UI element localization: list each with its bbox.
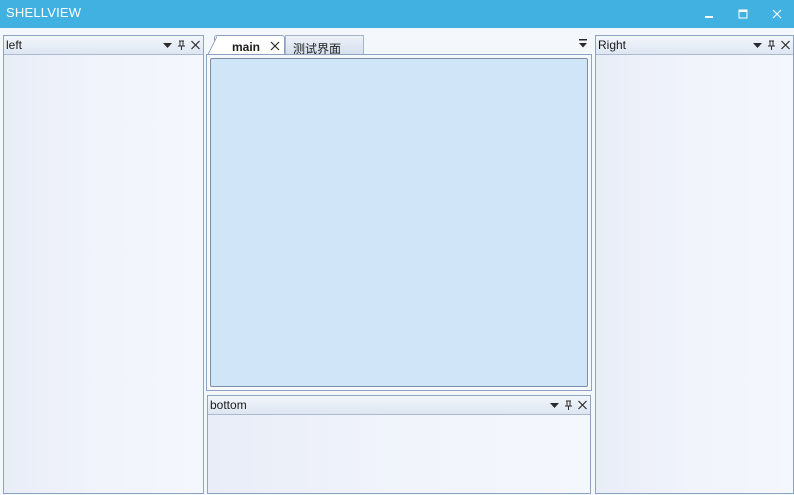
close-icon: [772, 9, 782, 19]
window-close-button[interactable]: [760, 0, 794, 28]
pin-icon: [178, 40, 185, 50]
right-panel-title: Right: [598, 38, 627, 52]
close-icon: [781, 40, 790, 50]
left-panel: left: [3, 35, 204, 494]
bottom-panel-menu-button[interactable]: [549, 398, 560, 412]
bottom-panel: bottom: [207, 395, 591, 494]
bottom-panel-buttons: [549, 398, 588, 412]
document-frame: [206, 54, 592, 391]
left-panel-header: left: [4, 36, 203, 55]
document-tab-strip: main 测试界面: [206, 33, 592, 56]
right-panel-buttons: [752, 38, 791, 52]
document-content-area[interactable]: [210, 58, 588, 387]
tab-list-dropdown-icon[interactable]: [578, 39, 588, 49]
right-panel-menu-button[interactable]: [752, 38, 763, 52]
right-panel: Right: [595, 35, 794, 494]
pin-icon: [565, 400, 572, 410]
left-panel-menu-button[interactable]: [162, 38, 173, 52]
maximize-icon: [738, 9, 748, 19]
document-well: main 测试界面: [206, 33, 592, 391]
dropdown-icon: [753, 43, 762, 48]
minimize-button[interactable]: [692, 0, 726, 28]
bottom-panel-header: bottom: [208, 396, 590, 415]
minimize-icon: [705, 16, 713, 18]
left-panel-buttons: [162, 38, 201, 52]
left-panel-pin-button[interactable]: [176, 38, 187, 52]
left-panel-title: left: [6, 38, 23, 52]
right-panel-header: Right: [596, 36, 793, 55]
maximize-button[interactable]: [726, 0, 760, 28]
app-title: SHELLVIEW: [6, 5, 82, 20]
bottom-panel-title: bottom: [210, 398, 247, 412]
dropdown-icon: [163, 43, 172, 48]
pin-icon: [768, 40, 775, 50]
title-bar: SHELLVIEW: [0, 0, 794, 28]
close-icon[interactable]: [270, 41, 280, 51]
dropdown-icon: [550, 403, 559, 408]
tab-main-label: main: [232, 40, 261, 54]
tab-test-view[interactable]: 测试界面: [285, 35, 364, 56]
left-panel-close-button[interactable]: [190, 38, 201, 52]
close-icon: [578, 400, 587, 410]
tab-main[interactable]: main: [207, 35, 285, 56]
bottom-panel-pin-button[interactable]: [563, 398, 574, 412]
right-panel-close-button[interactable]: [780, 38, 791, 52]
close-icon: [191, 40, 200, 50]
right-panel-pin-button[interactable]: [766, 38, 777, 52]
bottom-panel-close-button[interactable]: [577, 398, 588, 412]
window-controls: [692, 0, 794, 28]
